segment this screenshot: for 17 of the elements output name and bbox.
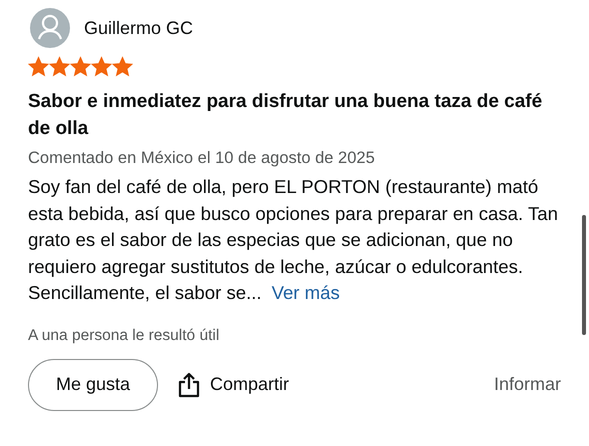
- star-icon: [91, 56, 112, 77]
- read-more-link[interactable]: Ver más: [272, 282, 340, 304]
- reviewer-name: Guillermo GC: [84, 18, 194, 38]
- star-icon: [28, 56, 49, 77]
- share-icon: [178, 372, 200, 398]
- avatar-icon: [30, 8, 70, 48]
- helpful-count: A una persona le resultó útil: [28, 326, 220, 345]
- share-button[interactable]: Compartir: [174, 372, 294, 398]
- star-icon: [112, 56, 133, 77]
- review-text: Soy fan del café de olla, pero EL PORTON (restaurante) mató esta bebida, así que busco opciones para preparar en casa. Tan grato es el sabor de las especias que se adicionan, que no requiero agregar sustitutos de leche, azúcar o edulcorantes. Sencillamente, el sabor se... Ver más: [28, 175, 559, 306]
- like-button[interactable]: Me gusta: [28, 358, 158, 411]
- star-icon: [70, 56, 91, 77]
- star-icon: [49, 56, 70, 77]
- review-title: Sabor e inmediatez para disfrutar una buena taza de café de olla: [28, 90, 544, 141]
- scrollbar[interactable]: [582, 215, 586, 335]
- review-date: Comentado en México el 10 de agosto de 2025: [28, 148, 376, 169]
- report-button[interactable]: Informar: [490, 374, 565, 396]
